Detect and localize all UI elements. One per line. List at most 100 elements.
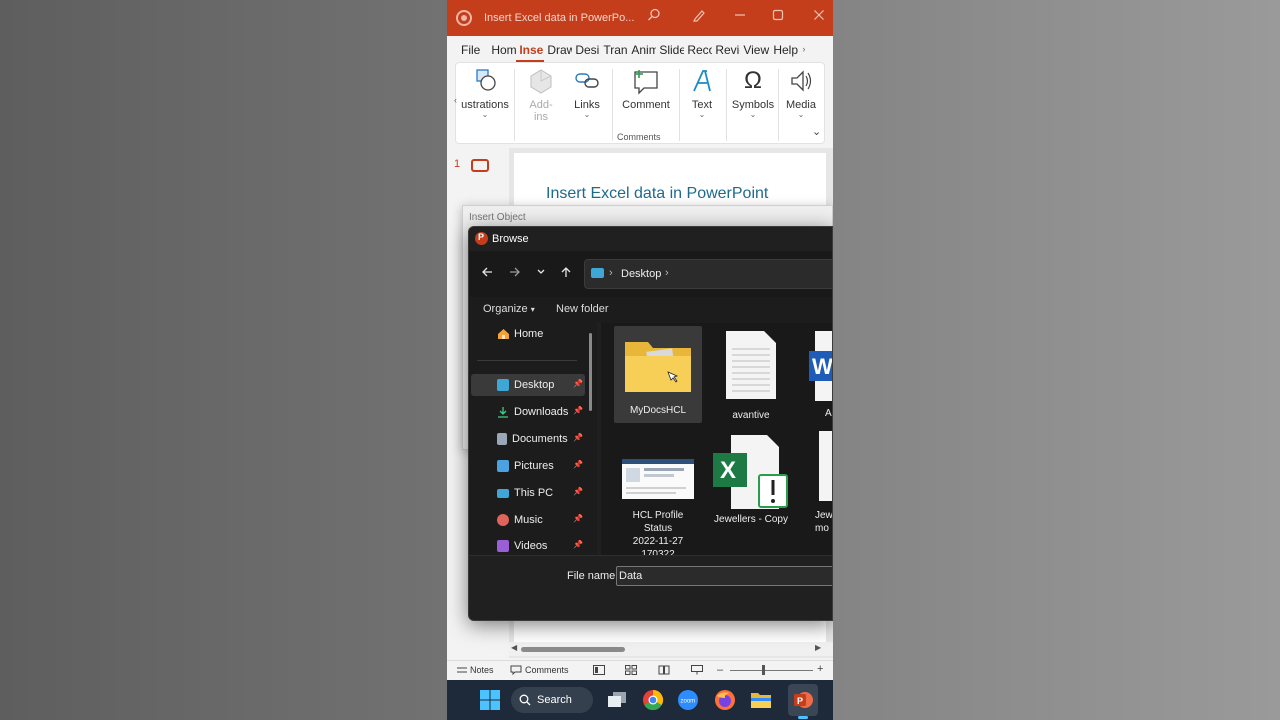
zoom-slider-thumb[interactable] bbox=[762, 665, 765, 675]
file-item-mydocshcl[interactable]: MyDocsHCL bbox=[614, 326, 702, 423]
sidebar-item-label: Music bbox=[514, 514, 543, 526]
shapes-icon bbox=[476, 69, 496, 91]
comments-label: Comments bbox=[525, 665, 569, 675]
chrome-icon[interactable] bbox=[642, 689, 664, 716]
pin-icon[interactable]: 📌 bbox=[573, 540, 583, 549]
active-app-indicator bbox=[798, 716, 808, 719]
tab-animations[interactable]: Anim bbox=[628, 36, 656, 62]
task-view-icon[interactable] bbox=[607, 690, 627, 715]
sidebar-item-documents[interactable]: Documents bbox=[497, 430, 568, 448]
comment-button[interactable]: Comment bbox=[614, 67, 678, 111]
tab-help[interactable]: Help bbox=[770, 36, 800, 62]
windows-start-icon[interactable] bbox=[479, 689, 501, 716]
tabs-scroll-right-icon[interactable]: › bbox=[802, 44, 805, 54]
tab-file[interactable]: File bbox=[447, 36, 488, 62]
ribbon-expand-chevron-icon[interactable]: ⌄ bbox=[812, 125, 821, 138]
breadcrumb-desktop[interactable]: Desktop bbox=[621, 268, 661, 280]
zoom-app-icon[interactable]: zoom bbox=[677, 689, 699, 716]
scroll-left-arrow-icon[interactable]: ◀ bbox=[511, 643, 517, 652]
tab-transitions[interactable]: Tran bbox=[600, 36, 628, 62]
up-arrow-icon[interactable] bbox=[560, 265, 572, 281]
slide-show-icon[interactable] bbox=[691, 665, 703, 677]
file-explorer-icon[interactable] bbox=[750, 690, 772, 715]
sidebar-item-videos[interactable]: Videos bbox=[497, 537, 547, 555]
horizontal-scrollbar[interactable]: ◀ ▶ bbox=[509, 642, 833, 656]
file-item-hcl-profile-status[interactable]: HCL Profile Status 2022-11-27 170322 bbox=[614, 431, 702, 555]
sidebar-item-home[interactable]: Home bbox=[497, 325, 543, 343]
zoom-in-icon[interactable]: + bbox=[817, 663, 823, 675]
tab-insert[interactable]: Inser bbox=[516, 36, 545, 62]
slide-thumbnail[interactable] bbox=[471, 159, 489, 172]
sidebar-scrollbar[interactable] bbox=[589, 333, 592, 411]
sidebar-item-music[interactable]: Music bbox=[497, 511, 543, 529]
tab-design[interactable]: Desi bbox=[572, 36, 600, 62]
scrollbar-thumb[interactable] bbox=[521, 647, 625, 652]
pin-icon[interactable]: 📌 bbox=[573, 460, 583, 469]
sidebar-item-pictures[interactable]: Pictures bbox=[497, 457, 554, 475]
file-name: avantive bbox=[732, 410, 770, 421]
breadcrumb-separator-icon[interactable]: › bbox=[665, 267, 669, 279]
close-icon[interactable] bbox=[813, 8, 825, 25]
ribbon-scroll-left-icon[interactable]: ‹ bbox=[454, 95, 457, 105]
taskbar: Search zoom P bbox=[447, 680, 833, 720]
chevron-down-icon: ⌄ bbox=[698, 110, 706, 119]
slide-title[interactable]: Insert Excel data in PowerPoint bbox=[546, 185, 768, 203]
media-button[interactable]: Media ⌄ bbox=[779, 67, 823, 119]
address-bar[interactable]: › Desktop › bbox=[584, 259, 832, 289]
new-folder-button[interactable]: New folder bbox=[556, 303, 609, 315]
powerpoint-taskbar-icon[interactable]: P bbox=[792, 689, 814, 716]
comments-button[interactable]: Comments bbox=[510, 665, 569, 675]
search-icon bbox=[519, 694, 531, 706]
file-item-avantive[interactable]: avantive bbox=[707, 326, 795, 423]
maximize-icon[interactable] bbox=[772, 8, 784, 25]
sidebar-item-label: Desktop bbox=[514, 379, 555, 391]
slide-sorter-icon[interactable] bbox=[625, 665, 637, 677]
tab-draw[interactable]: Draw bbox=[544, 36, 572, 62]
sidebar-item-desktop[interactable]: Desktop bbox=[497, 376, 554, 394]
reading-view-icon[interactable] bbox=[658, 665, 670, 677]
illustrations-button[interactable]: ustrations ⌄ bbox=[460, 67, 510, 119]
taskbar-search-label: Search bbox=[537, 694, 572, 706]
text-button[interactable]: Text ⌄ bbox=[682, 67, 722, 119]
sidebar-item-this-pc[interactable]: This PC bbox=[497, 484, 553, 502]
file-item-jewellers-mo[interactable]: Jewe mo bbox=[797, 431, 832, 553]
tab-record[interactable]: Reco bbox=[684, 36, 712, 62]
file-item-jewellers-copy[interactable]: X Jewellers - Copy bbox=[707, 431, 795, 553]
breadcrumb-separator-icon: › bbox=[609, 267, 613, 279]
search-icon[interactable] bbox=[647, 8, 661, 25]
taskbar-search[interactable]: Search bbox=[511, 687, 593, 713]
pin-icon[interactable]: 📌 bbox=[573, 433, 583, 442]
symbols-button[interactable]: Ω Symbols ⌄ bbox=[728, 67, 778, 119]
file-item-word-doc[interactable]: W A bbox=[797, 326, 832, 423]
back-arrow-icon[interactable] bbox=[481, 265, 493, 281]
normal-view-icon[interactable] bbox=[593, 665, 605, 677]
pin-icon[interactable]: 📌 bbox=[573, 406, 583, 415]
pen-icon[interactable] bbox=[692, 8, 706, 25]
file-name-input[interactable] bbox=[616, 566, 832, 586]
add-ins-icon bbox=[530, 69, 552, 94]
tab-review[interactable]: Revie bbox=[712, 36, 740, 62]
browse-dialog: Browse › Desktop › Organ bbox=[468, 226, 833, 621]
scroll-right-arrow-icon[interactable]: ▶ bbox=[815, 643, 821, 652]
chevron-down-icon: ⌄ bbox=[797, 110, 805, 119]
tab-view[interactable]: View bbox=[740, 36, 770, 62]
zoom-slider[interactable] bbox=[730, 670, 813, 671]
minimize-icon[interactable] bbox=[734, 7, 746, 24]
zoom-out-icon[interactable]: – bbox=[717, 664, 723, 676]
tab-home[interactable]: Hom bbox=[488, 36, 516, 62]
chevron-down-icon: ⌄ bbox=[481, 110, 489, 119]
firefox-icon[interactable] bbox=[714, 689, 736, 716]
add-ins-button[interactable]: Add- ins bbox=[518, 67, 564, 123]
ribbon: ‹ ustrations ⌄ Add- ins Links ⌄ Comment … bbox=[454, 62, 825, 144]
notes-button[interactable]: Notes bbox=[456, 665, 494, 675]
browse-title-bar: Browse bbox=[469, 227, 832, 251]
pin-icon[interactable]: 📌 bbox=[573, 487, 583, 496]
sidebar-item-downloads[interactable]: Downloads bbox=[497, 403, 568, 421]
links-button[interactable]: Links ⌄ bbox=[564, 67, 610, 119]
forward-arrow-icon[interactable] bbox=[509, 265, 521, 281]
pin-icon[interactable]: 📌 bbox=[573, 379, 583, 388]
recent-locations-chevron-icon[interactable] bbox=[536, 265, 546, 281]
pin-icon[interactable]: 📌 bbox=[573, 514, 583, 523]
organize-button[interactable]: Organize ▾ bbox=[483, 303, 535, 315]
tab-slide-show[interactable]: Slide bbox=[656, 36, 684, 62]
